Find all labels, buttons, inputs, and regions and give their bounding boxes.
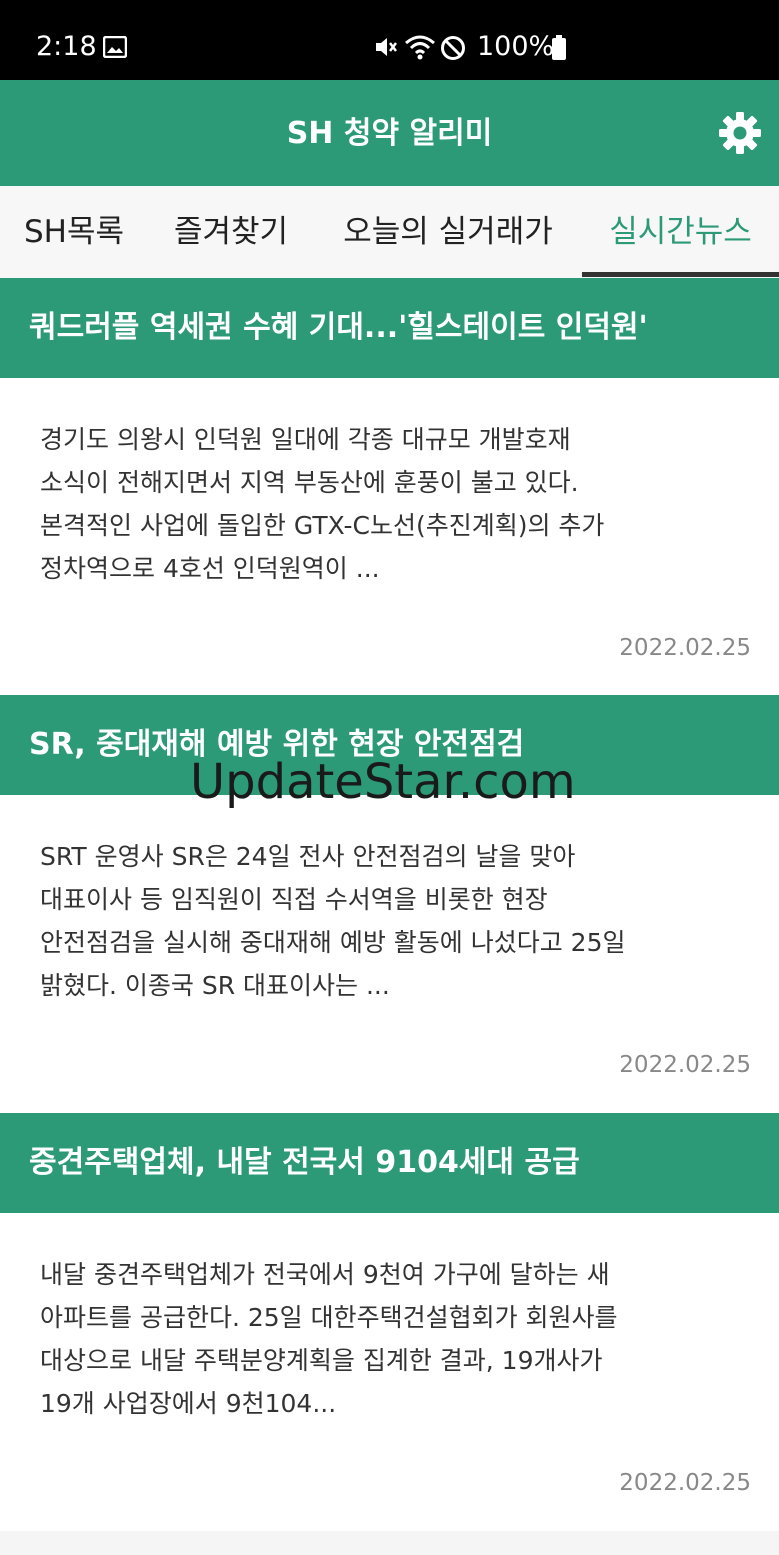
wifi-icon	[405, 35, 435, 60]
news-summary-line: 본격적인 사업에 돌입한 GTX-C노선(추진계획)의 추가	[40, 511, 605, 540]
app-title: SH 청약 알리미	[286, 116, 493, 151]
news-summary-line: 내달 중견주택업체가 전국에서 9천여 가구에 달하는 새	[40, 1260, 610, 1289]
gear-icon[interactable]	[717, 110, 763, 156]
app-bar: SH 청약 알리미	[0, 80, 779, 186]
mute-icon	[376, 38, 397, 56]
active-tab-indicator	[582, 272, 779, 277]
news-card-body: SRT 운영사 SR은 24일 전사 안전점검의 날을 맞아 대표이사 등 임직…	[0, 795, 779, 1113]
news-card-body: 내달 중견주택업체가 전국에서 9천여 가구에 달하는 새 아파트를 공급한다.…	[0, 1213, 779, 1531]
news-summary-line: 대표이사 등 임직원이 직접 수서역을 비롯한 현장	[40, 885, 548, 914]
status-time: 2:18	[36, 31, 97, 62]
news-card-header: 쿼드러플 역세권 수혜 기대...'힐스테이트 인덕원'	[0, 278, 779, 378]
news-summary-line: 경기도 의왕시 인덕원 일대에 각종 대규모 개발호재	[40, 425, 571, 454]
news-summary-line: 19개 사업장에서 9천104...	[40, 1389, 337, 1418]
news-summary: 내달 중견주택업체가 전국에서 9천여 가구에 달하는 새 아파트를 공급한다.…	[40, 1253, 740, 1425]
battery-percent: 100%	[477, 31, 555, 62]
tab-today-transactions[interactable]: 오늘의 실거래가	[314, 186, 582, 278]
watermark: UpdateStar.com	[190, 754, 576, 810]
tab-sh-list[interactable]: SH목록	[0, 186, 148, 278]
dnd-icon	[441, 36, 465, 60]
news-headline: 중견주택업체, 내달 전국서 9104세대 공급	[29, 1145, 580, 1180]
news-summary: SRT 운영사 SR은 24일 전사 안전점검의 날을 맞아 대표이사 등 임직…	[40, 835, 740, 1007]
news-summary-line: 안전점검을 실시해 중대재해 예방 활동에 나섰다고 25일	[40, 928, 626, 957]
news-summary-line: 정차역으로 4호선 인덕원역이 ...	[40, 554, 380, 583]
news-summary-line: 소식이 전해지면서 지역 부동산에 훈풍이 불고 있다.	[40, 468, 579, 497]
news-summary-line: 밝혔다. 이종국 SR 대표이사는 ...	[40, 971, 390, 1000]
news-summary-line: 아파트를 공급한다. 25일 대한주택건설협회가 회원사를	[40, 1303, 618, 1332]
news-card-header: 중견주택업체, 내달 전국서 9104세대 공급	[0, 1113, 779, 1213]
battery-icon	[552, 35, 566, 60]
tab-bar: SH목록 즐겨찾기 오늘의 실거래가 실시간뉴스	[0, 186, 779, 278]
news-date: 2022.02.25	[619, 1052, 751, 1078]
news-card[interactable]: 쿼드러플 역세권 수혜 기대...'힐스테이트 인덕원' 경기도 의왕시 인덕원…	[0, 278, 779, 696]
news-summary-line: SRT 운영사 SR은 24일 전사 안전점검의 날을 맞아	[40, 842, 576, 871]
tab-realtime-news[interactable]: 실시간뉴스	[582, 186, 779, 278]
news-card[interactable]: 중견주택업체, 내달 전국서 9104세대 공급 내달 중견주택업체가 전국에서…	[0, 1113, 779, 1531]
news-summary: 경기도 의왕시 인덕원 일대에 각종 대규모 개발호재 소식이 전해지면서 지역…	[40, 418, 740, 590]
news-headline: 쿼드러플 역세권 수혜 기대...'힐스테이트 인덕원'	[29, 310, 648, 345]
status-bar: 2:18 100%	[0, 0, 779, 80]
image-icon	[103, 36, 127, 58]
news-card-body: 경기도 의왕시 인덕원 일대에 각종 대규모 개발호재 소식이 전해지면서 지역…	[0, 378, 779, 696]
news-summary-line: 대상으로 내달 주택분양계획을 집계한 결과, 19개사가	[40, 1346, 603, 1375]
tab-favorites[interactable]: 즐겨찾기	[148, 186, 314, 278]
news-date: 2022.02.25	[619, 635, 751, 661]
news-date: 2022.02.25	[619, 1470, 751, 1496]
